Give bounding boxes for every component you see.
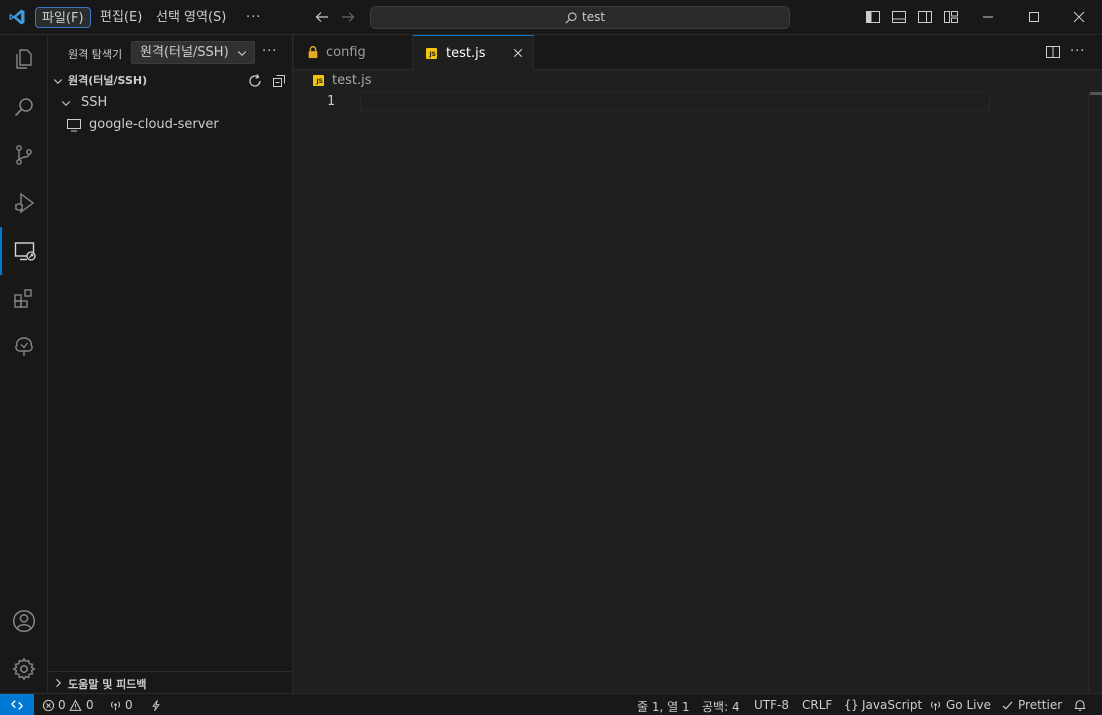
remote-indicator-button[interactable] xyxy=(0,694,34,715)
tree-item-server[interactable]: google-cloud-server xyxy=(48,114,293,136)
command-center-search[interactable]: test xyxy=(370,6,790,29)
toggle-secondary-sidebar-icon[interactable] xyxy=(917,9,933,25)
remote-explorer-icon xyxy=(14,242,36,261)
extensions-activity[interactable] xyxy=(0,275,48,323)
back-arrow-icon[interactable] xyxy=(314,9,330,25)
breadcrumb: JS test.js xyxy=(294,70,1102,92)
minimize-icon[interactable] xyxy=(980,9,996,25)
tree-group-ssh[interactable]: SSH xyxy=(48,92,293,114)
go-live-button[interactable]: Go Live xyxy=(946,698,991,712)
remote-explorer-activity[interactable] xyxy=(0,227,48,275)
sidebar-header: 원격 탐색기 원격(터널/SSH) ··· xyxy=(48,35,293,70)
tab-label: test.js xyxy=(446,46,486,61)
search-activity[interactable] xyxy=(0,83,48,131)
tab-label: config xyxy=(326,45,366,60)
monitor-icon xyxy=(67,119,81,132)
refresh-icon[interactable] xyxy=(247,73,263,89)
maximize-icon[interactable] xyxy=(1026,9,1042,25)
menu-file[interactable]: 파일(F) xyxy=(35,7,91,28)
help-feedback-section[interactable]: 도움말 및 피드백 xyxy=(48,671,293,693)
title-bar: 파일(F) 편집(E) 선택 영역(S) ··· test xyxy=(0,0,1102,35)
broadcast-icon[interactable] xyxy=(109,699,122,712)
braces-icon: {} xyxy=(844,698,859,712)
server-label: google-cloud-server xyxy=(89,117,219,132)
section-header-remote[interactable]: 원격(터널/SSH) xyxy=(48,70,293,92)
scrollbar-thumb[interactable] xyxy=(1090,92,1102,95)
warning-icon[interactable] xyxy=(69,699,82,712)
code-editor[interactable]: 1 xyxy=(294,92,1102,693)
search-icon xyxy=(565,12,577,24)
warning-count[interactable]: 0 xyxy=(86,698,94,712)
remote-explorer-sidebar: 원격 탐색기 원격(터널/SSH) ··· 원격(터널/SSH) SSH goo… xyxy=(48,35,293,693)
section-title: 원격(터널/SSH) xyxy=(68,74,148,87)
sidebar-title: 원격 탐색기 xyxy=(68,48,123,61)
sidebar-more-actions[interactable]: ··· xyxy=(262,44,278,60)
lock-icon xyxy=(308,46,318,59)
check-icon xyxy=(1002,701,1013,710)
go-live-icon xyxy=(930,701,941,711)
end-of-line[interactable]: CRLF xyxy=(802,698,832,712)
extensions-icon xyxy=(14,289,32,308)
source-control-icon xyxy=(16,145,32,165)
status-bar: 0 0 0 줄 1, 열 1 공백: 4 UTF-8 CRLF {} JavaS… xyxy=(0,693,1102,715)
line-number: 1 xyxy=(327,94,335,109)
cursor-position[interactable]: 줄 1, 열 1 xyxy=(637,698,690,715)
close-window-icon[interactable] xyxy=(1071,9,1087,25)
ssh-group-label: SSH xyxy=(81,95,108,110)
search-icon xyxy=(14,98,33,117)
chevron-down-icon xyxy=(53,79,63,85)
js-file-icon: JS xyxy=(426,48,437,59)
account-icon xyxy=(12,609,36,633)
tab-config[interactable]: config xyxy=(294,35,413,70)
remote-type-select[interactable]: 원격(터널/SSH) xyxy=(131,41,255,64)
explorer-activity[interactable] xyxy=(0,35,48,83)
toggle-primary-sidebar-icon[interactable] xyxy=(865,9,881,25)
forward-arrow-icon[interactable] xyxy=(340,9,356,25)
help-feedback-label: 도움말 및 피드백 xyxy=(68,678,147,691)
prettier-button[interactable]: Prettier xyxy=(1018,698,1062,712)
customize-layout-icon[interactable] xyxy=(943,9,959,25)
manage-activity[interactable] xyxy=(0,645,48,693)
editor-tabs: config JS test.js ··· xyxy=(294,35,1102,71)
accounts-activity[interactable] xyxy=(0,597,48,645)
menu-selection[interactable]: 선택 영역(S) xyxy=(150,7,232,28)
remote-type-value: 원격(터널/SSH) xyxy=(140,45,229,60)
search-text: test xyxy=(582,10,606,24)
encoding[interactable]: UTF-8 xyxy=(754,698,789,712)
indentation[interactable]: 공백: 4 xyxy=(702,698,740,715)
ports-count[interactable]: 0 xyxy=(125,698,133,712)
remote-indicator-icon xyxy=(11,700,23,710)
activity-bar xyxy=(0,35,48,693)
chevron-right-icon xyxy=(56,678,62,688)
split-editor-icon[interactable] xyxy=(1045,44,1061,60)
run-debug-icon xyxy=(15,192,35,214)
editor-more-actions[interactable]: ··· xyxy=(1070,44,1085,59)
chevron-down-icon xyxy=(61,101,71,107)
vertical-scrollbar[interactable] xyxy=(1088,92,1102,693)
tab-test-js[interactable]: JS test.js xyxy=(413,35,534,71)
collapse-all-icon[interactable] xyxy=(271,73,287,89)
language-mode[interactable]: JavaScript xyxy=(862,698,922,712)
breadcrumb-file[interactable]: test.js xyxy=(332,73,371,88)
error-icon[interactable] xyxy=(42,699,55,712)
menu-more[interactable]: ··· xyxy=(240,7,267,28)
tree-view-activity[interactable] xyxy=(0,323,48,371)
vscode-logo-icon[interactable] xyxy=(8,8,26,26)
current-line-highlight xyxy=(360,92,990,111)
tree-icon xyxy=(15,337,33,356)
lightning-icon[interactable] xyxy=(150,699,162,712)
toggle-panel-icon[interactable] xyxy=(891,9,907,25)
menu-edit[interactable]: 편집(E) xyxy=(94,7,148,28)
run-debug-activity[interactable] xyxy=(0,179,48,227)
files-icon xyxy=(16,49,32,69)
bell-icon[interactable] xyxy=(1073,698,1087,712)
gear-icon xyxy=(12,657,36,681)
chevron-down-icon xyxy=(237,51,247,57)
close-icon[interactable] xyxy=(512,47,524,59)
source-control-activity[interactable] xyxy=(0,131,48,179)
js-file-icon: JS xyxy=(313,75,324,86)
error-count[interactable]: 0 xyxy=(58,698,66,712)
